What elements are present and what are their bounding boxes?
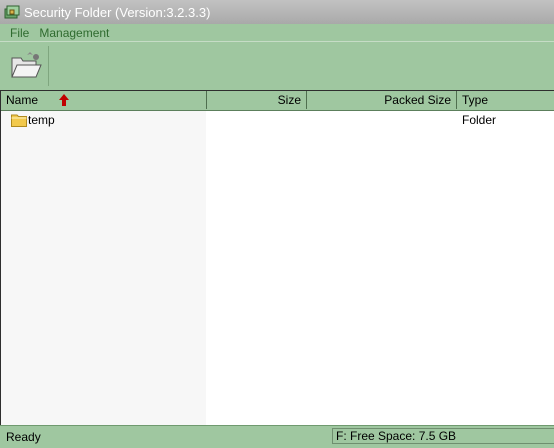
sort-ascending-icon xyxy=(59,94,69,106)
file-list[interactable]: Name Size Packed Size Type temp Folder xyxy=(0,90,554,426)
header-size[interactable]: Size xyxy=(207,91,307,109)
header-name-label: Name xyxy=(6,93,39,107)
app-icon xyxy=(4,5,20,19)
title-bar[interactable]: Security Folder (Version:3.2.3.3) xyxy=(0,0,554,25)
menu-file[interactable]: File xyxy=(10,26,29,40)
menu-bar: File Management xyxy=(0,24,554,41)
open-button[interactable] xyxy=(4,46,49,86)
header-packed-size[interactable]: Packed Size xyxy=(307,91,457,109)
row-name: temp xyxy=(28,113,55,127)
status-text: Ready xyxy=(6,430,41,444)
header-type[interactable]: Type xyxy=(457,91,554,109)
free-space-text: F: Free Space: 7.5 GB xyxy=(336,429,457,443)
free-space-panel: F: Free Space: 7.5 GB xyxy=(332,428,554,444)
header-name[interactable]: Name xyxy=(1,91,207,109)
status-bar: Ready F: Free Space: 7.5 GB xyxy=(0,425,554,448)
table-row[interactable]: temp Folder xyxy=(1,112,554,128)
open-folder-icon xyxy=(11,52,42,78)
folder-icon xyxy=(11,114,27,127)
name-column-shade xyxy=(1,110,206,426)
row-type: Folder xyxy=(462,113,497,127)
list-header: Name Size Packed Size Type xyxy=(1,91,554,111)
toolbar xyxy=(0,41,554,91)
window-title: Security Folder (Version:3.2.3.3) xyxy=(24,4,211,20)
menu-management[interactable]: Management xyxy=(39,26,109,40)
